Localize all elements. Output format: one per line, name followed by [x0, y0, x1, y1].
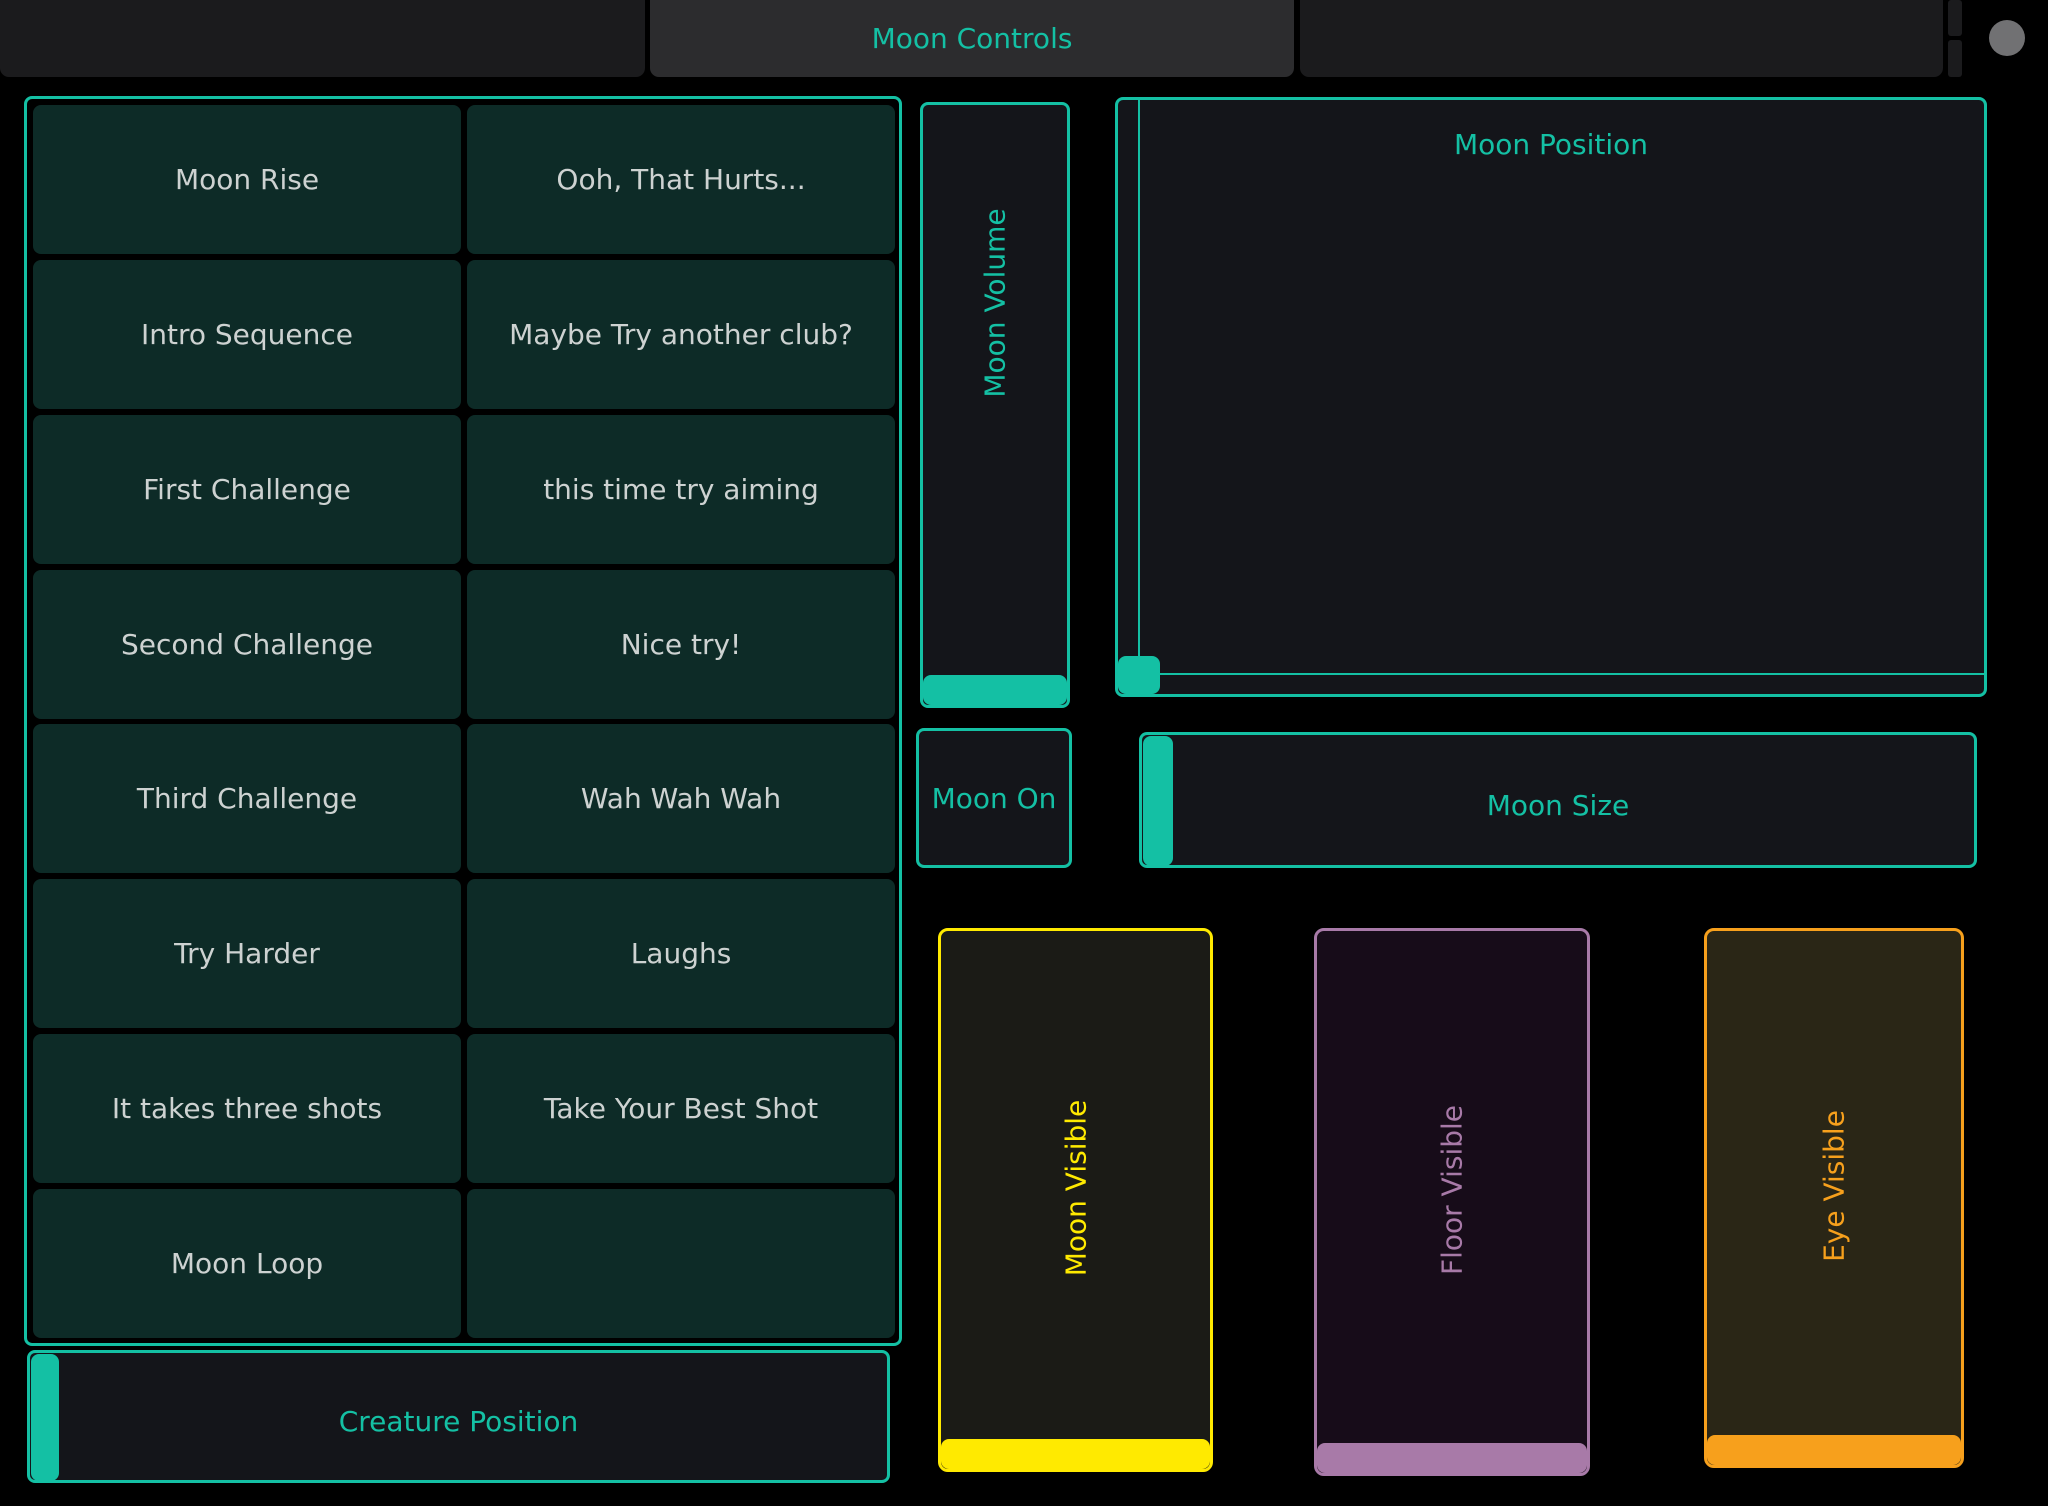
cue-button-label: Try Harder	[174, 937, 320, 970]
moon-position-handle[interactable]	[1118, 656, 1160, 694]
tab-3[interactable]	[1300, 0, 1943, 77]
moon-visible-handle[interactable]	[941, 1439, 1210, 1469]
cue-button-16[interactable]	[467, 1189, 895, 1338]
cue-button-4[interactable]: Maybe Try another club?	[467, 260, 895, 409]
moon-volume-label: Moon Volume	[978, 208, 1012, 398]
floor-visible-label: Floor Visible	[1435, 1104, 1469, 1276]
moon-visible-label: Moon Visible	[1059, 1099, 1092, 1277]
moon-position-xy-pad[interactable]: Moon Position	[1115, 97, 1987, 697]
cue-button-7[interactable]: Second Challenge	[33, 570, 461, 719]
cue-button-12[interactable]: Laughs	[467, 879, 895, 1028]
tab-scroll-down[interactable]	[1948, 40, 1962, 77]
cue-button-label: Maybe Try another club?	[509, 318, 853, 351]
moon-volume-handle[interactable]	[923, 675, 1067, 705]
moon-size-label: Moon Size	[1486, 788, 1630, 822]
cue-button-9[interactable]: Third Challenge	[33, 724, 461, 873]
cue-button-6[interactable]: this time try aiming	[467, 415, 895, 564]
floor-visible-fader[interactable]: Floor Visible	[1314, 928, 1590, 1476]
creature-position-label: Creature Position	[338, 1405, 579, 1438]
cue-button-label: Third Challenge	[136, 782, 358, 815]
cue-button-label: Wah Wah Wah	[580, 782, 782, 815]
cue-button-14[interactable]: Take Your Best Shot	[467, 1034, 895, 1183]
cue-button-label: Intro Sequence	[140, 318, 354, 351]
eye-visible-handle[interactable]	[1707, 1435, 1961, 1465]
tab-scroll-up[interactable]	[1948, 0, 1962, 36]
cue-button-label: Take Your Best Shot	[543, 1092, 819, 1125]
moon-visible-fader[interactable]: Moon Visible	[938, 928, 1213, 1472]
cue-button-label: First Challenge	[143, 473, 351, 506]
cue-button-5[interactable]: First Challenge	[33, 415, 461, 564]
cue-button-label: It takes three shots	[111, 1092, 383, 1125]
cue-button-11[interactable]: Try Harder	[33, 879, 461, 1028]
cue-button-8[interactable]: Nice try!	[467, 570, 895, 719]
moon-volume-fader[interactable]: Moon Volume	[920, 102, 1070, 708]
tab-moon-controls[interactable]: Moon Controls	[650, 0, 1294, 77]
moon-position-y-crosshair	[1118, 673, 1984, 675]
cue-button-label: Nice try!	[620, 628, 742, 661]
cue-button-3[interactable]: Intro Sequence	[33, 260, 461, 409]
creature-position-slider[interactable]: Creature Position	[27, 1350, 890, 1483]
moon-position-label: Moon Position	[1453, 128, 1649, 161]
eye-visible-label: Eye Visible	[1817, 1110, 1851, 1262]
cue-button-2[interactable]: Ooh, That Hurts...	[467, 105, 895, 254]
cue-button-label: Ooh, That Hurts...	[556, 163, 806, 196]
cue-button-13[interactable]: It takes three shots	[33, 1034, 461, 1183]
tab-1[interactable]	[0, 0, 645, 77]
cue-button-label: Moon Loop	[170, 1247, 324, 1280]
moon-on-button[interactable]: Moon On	[916, 728, 1072, 868]
cue-button-label: this time try aiming	[543, 473, 819, 506]
moon-position-x-crosshair	[1138, 100, 1140, 694]
moon-on-label: Moon On	[931, 781, 1057, 815]
moon-size-slider[interactable]: Moon Size	[1139, 732, 1977, 868]
cue-button-label: Laughs	[630, 937, 732, 970]
eye-visible-fader[interactable]: Eye Visible	[1704, 928, 1964, 1468]
cue-button-15[interactable]: Moon Loop	[33, 1189, 461, 1338]
status-indicator-icon[interactable]	[1989, 20, 2025, 56]
floor-visible-handle[interactable]	[1317, 1443, 1587, 1473]
cue-button-label: Second Challenge	[121, 628, 373, 661]
cue-button-label: Moon Rise	[174, 163, 320, 196]
cue-button-1[interactable]: Moon Rise	[33, 105, 461, 254]
cue-button-10[interactable]: Wah Wah Wah	[467, 724, 895, 873]
